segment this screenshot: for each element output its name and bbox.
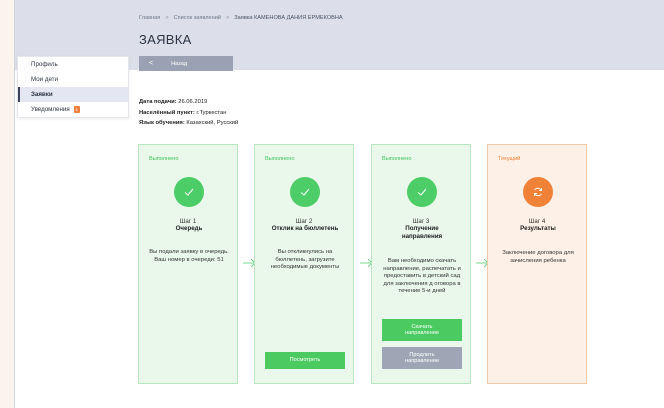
check-icon [407,177,437,207]
back-button-label: Назад [171,60,188,67]
step-number: Шаг 3 [412,218,430,225]
sidebar-item-label: Профиль [31,61,58,68]
step-description: Вы подали заявку в очередь. Ваш номер в … [149,249,229,263]
step-name: Отклик на бюллетень [271,225,339,232]
locality-row: Населённый пункт: г.Туркестан [139,109,227,116]
check-icon [290,177,320,207]
sidebar-item-label: Уведомления [31,106,70,113]
view-button[interactable]: Посмотреть [265,352,345,369]
submit-date-row: Дата подачи: 26.06.2019 [139,99,208,105]
chevron-left-icon: < [149,60,154,67]
breadcrumb-current: Заявка КАМЕНОВА ДАНИЯ ЕРМЕКОВНА [234,15,343,21]
step-status: Выполнено [265,156,295,162]
step-status: Текущий [498,156,521,162]
download-referral-button[interactable]: Скачать направление [382,319,462,341]
breadcrumb-separator: > [226,15,230,21]
step-card-1: Выполнено Шаг 1 Очередь Вы подали заявку… [138,144,238,384]
breadcrumb-home-link[interactable]: Главная [139,15,160,21]
step-number: Шаг 2 [295,218,313,225]
step-name: Результаты [520,225,556,232]
step-description: Вам необходимо скачать направление, расп… [383,258,461,295]
step-description: Вы откликнулись на бюллетень, загрузите … [270,249,340,271]
extend-referral-button[interactable]: Продлить направление [382,347,462,369]
step-name: Получение направления [401,225,443,240]
page-title: ЗАЯВКА [139,32,192,47]
breadcrumb-applications-link[interactable]: Список заявлений [174,15,221,21]
breadcrumb-separator: > [165,15,169,21]
refresh-icon [523,177,553,207]
language-row: Язык обучения: Казахский, Русский [139,120,239,126]
sidebar-item-label: Мои дети [31,76,58,83]
sidebar-item-applications[interactable]: Заявки [18,87,128,102]
step-description: Заключение договора для зачисления ребен… [502,250,574,264]
breadcrumb: Главная > Список заявлений > Заявка КАМЕНОВА… [139,15,343,21]
sidebar-menu: Профиль Мои дети Заявки Уведомления 1 [17,56,129,118]
sidebar-item-notifications[interactable]: Уведомления 1 [18,102,128,117]
application-info: Дата подачи: 26.06.2019 Населённый пункт… [139,97,238,129]
sidebar-item-label: Заявки [31,91,53,98]
step-status: Выполнено [382,156,412,162]
submit-date-value: 26.06.2019 [178,99,208,105]
step-number: Шаг 4 [528,218,546,225]
sidebar-item-my-children[interactable]: Мои дети [18,72,128,87]
step-status: Выполнено [149,156,179,162]
step-number: Шаг 1 [179,218,197,225]
locality-value: г.Туркестан [196,109,227,116]
back-button[interactable]: < Назад [139,56,233,71]
notification-count-badge: 1 [73,106,80,113]
sidebar-item-profile[interactable]: Профиль [18,57,128,72]
language-value: Казахский, Русский [186,120,239,126]
step-card-3: Выполнено Шаг 3 Получение направления Ва… [371,144,471,384]
step-name: Очередь [175,225,203,232]
step-card-4: Текущий Шаг 4 Результаты Заключение дого… [487,144,587,384]
check-icon [174,177,204,207]
step-card-2: Выполнено Шаг 2 Отклик на бюллетень Вы о… [254,144,354,384]
